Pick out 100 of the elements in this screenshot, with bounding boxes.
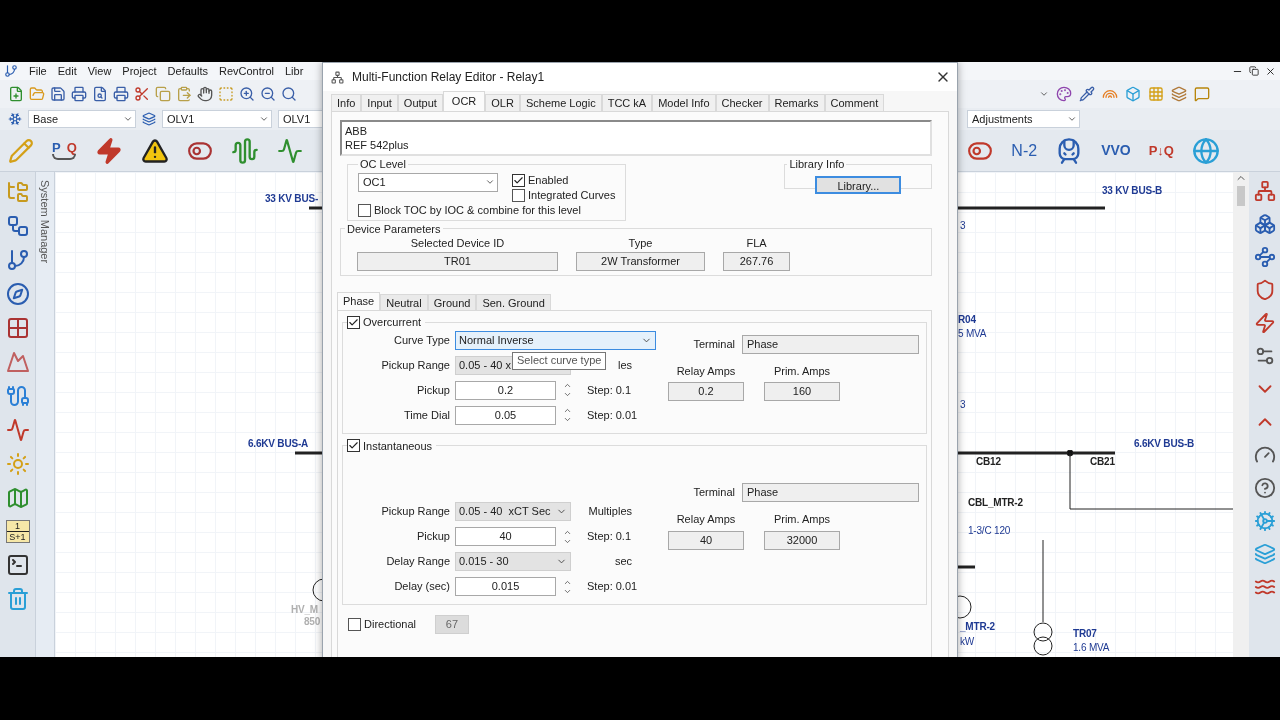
readonly-field: TR01	[357, 252, 558, 271]
field-label: Terminal	[692, 485, 735, 501]
readonly-field: 67	[434, 615, 469, 634]
checkbox-label: Instantaneous	[363, 438, 433, 454]
diagram-label: 33 KV BUS-	[265, 192, 318, 205]
range-dropdown[interactable]: 0.015 - 30	[455, 552, 571, 571]
terminal-field: Phase	[742, 483, 919, 502]
tab[interactable]: Sen. Ground	[476, 294, 551, 310]
field-label: Terminal	[692, 336, 735, 352]
step-label: Step: 0.1	[587, 529, 632, 545]
transfer-function-icon[interactable]: 1 S+1	[5, 520, 30, 543]
number-field[interactable]: 40	[455, 527, 556, 546]
readonly-field: 2W Transformer	[576, 252, 705, 271]
field-label: Prim. Amps	[773, 363, 831, 379]
dropdown[interactable]: Base	[28, 110, 136, 128]
tab[interactable]: Remarks	[768, 94, 825, 111]
diagram-label: 33 KV BUS-B	[1102, 184, 1163, 197]
number-field[interactable]: 0.05	[455, 405, 556, 425]
tab[interactable]: Checker	[715, 94, 769, 111]
diagram-label: 6.6KV BUS-A	[248, 437, 309, 450]
tab[interactable]: OLR	[485, 94, 520, 111]
diagram-label: HV_M	[291, 603, 318, 616]
readonly-field: 0.2	[668, 382, 744, 401]
field-label: FLA	[746, 237, 767, 250]
unit-label: Multiples	[588, 504, 632, 520]
tab[interactable]: Neutral	[380, 294, 428, 310]
field-label: Pickup	[415, 529, 450, 545]
description-box[interactable]: ABB REF 542plus	[340, 120, 932, 156]
step-label: Step: 0.01	[587, 579, 638, 595]
group-title: Library Info	[788, 157, 846, 172]
tooltip: Select curve type	[512, 351, 607, 370]
number-field[interactable]: 0.2	[455, 380, 556, 400]
diagram-label: 1.6 MVA	[1073, 641, 1110, 654]
contingency-tool[interactable]: N-2	[1011, 138, 1038, 163]
unit-label: les	[617, 357, 632, 373]
dropdown[interactable]: OLV1	[162, 110, 272, 128]
diagram-label: 3	[960, 398, 966, 411]
field-label: Pickup Range	[380, 504, 450, 520]
menu-item[interactable]: File	[29, 62, 47, 80]
diagram-label: CB12	[976, 455, 1001, 468]
menu-item[interactable]: Defaults	[167, 62, 208, 80]
menu-item[interactable]: Libr	[285, 62, 304, 80]
field-label: Delay Range	[385, 554, 450, 570]
tab[interactable]: Scheme Logic	[519, 94, 602, 111]
power-tool[interactable]: P↓Q	[1148, 140, 1174, 161]
checkbox-label: Directional	[364, 617, 416, 633]
diagram-label: 5 MVA	[958, 327, 987, 340]
field-label: Pickup Range	[380, 357, 450, 373]
dropdown[interactable]: Adjustments	[967, 110, 1080, 128]
checkbox-label: Integrated Curves	[528, 187, 616, 203]
voltage-tool[interactable]: VVO	[1101, 140, 1131, 161]
tab[interactable]: Ground	[427, 294, 477, 310]
diagram-label: CBL_MTR-2	[968, 496, 1023, 509]
field-label: Time Dial	[402, 407, 450, 423]
field-label: Delay (sec)	[393, 579, 450, 595]
tab[interactable]: Output	[397, 94, 443, 111]
readonly-field: 40	[668, 530, 744, 550]
unit-label: sec	[614, 554, 632, 570]
curve-type-dropdown[interactable]: Normal Inverse	[455, 330, 656, 350]
field-label: Relay Amps	[676, 512, 736, 527]
diagram-label: 1-3/C 120	[968, 524, 1011, 537]
diagram-label: TR07	[1073, 627, 1097, 640]
checkbox-label: Enabled	[528, 172, 569, 188]
tab[interactable]: Input	[361, 94, 398, 111]
diagram-label: R04	[958, 313, 976, 326]
diagram-label: kW	[960, 635, 975, 648]
number-field[interactable]: 0.015	[455, 577, 556, 596]
tab[interactable]: Phase	[337, 292, 381, 310]
field-label: Curve Type	[392, 332, 450, 348]
menu-item[interactable]: RevControl	[218, 62, 274, 80]
field-label: Relay Amps	[676, 363, 736, 379]
step-label: Step: 0.1	[587, 382, 632, 398]
window-title: Multi-Function Relay Editor - Relay1	[352, 69, 545, 86]
tab[interactable]: Model Info	[652, 94, 716, 111]
tab[interactable]: Comment	[824, 94, 885, 111]
menu-item[interactable]: Project	[122, 62, 157, 80]
diagram-label: _MTR-2	[960, 620, 995, 633]
diagram-label: 850	[304, 615, 321, 628]
diagram-label: CB21	[1090, 455, 1115, 468]
menu-item[interactable]: View	[87, 62, 112, 80]
menu-item[interactable]: Edit	[57, 62, 77, 80]
readonly-field: 32000	[764, 530, 840, 550]
field-label: Type	[628, 237, 653, 250]
field-label: Prim. Amps	[773, 512, 831, 527]
field-label: Selected Device ID	[410, 237, 505, 250]
readonly-field: 267.76	[723, 252, 790, 271]
checkbox-label: Block TOC by IOC & combine for this level	[374, 202, 581, 218]
checkbox-label: Overcurrent	[363, 315, 422, 330]
tab[interactable]: Info	[331, 94, 362, 111]
tab[interactable]: TCC kA	[601, 94, 653, 111]
readonly-field: 160	[764, 382, 840, 401]
tab[interactable]: OCR	[442, 91, 486, 111]
group-title: OC Level	[359, 157, 407, 172]
group-title: Device Parameters	[346, 221, 442, 237]
library-button[interactable]: Library...	[815, 175, 902, 194]
diagram-label: 6.6KV BUS-B	[1134, 437, 1195, 450]
terminal-field: Phase	[742, 334, 919, 354]
field-label: Pickup	[415, 382, 450, 398]
dropdown[interactable]: OC1	[358, 172, 498, 192]
range-dropdown[interactable]: 0.05 - 40 xCT Sec	[455, 502, 571, 521]
